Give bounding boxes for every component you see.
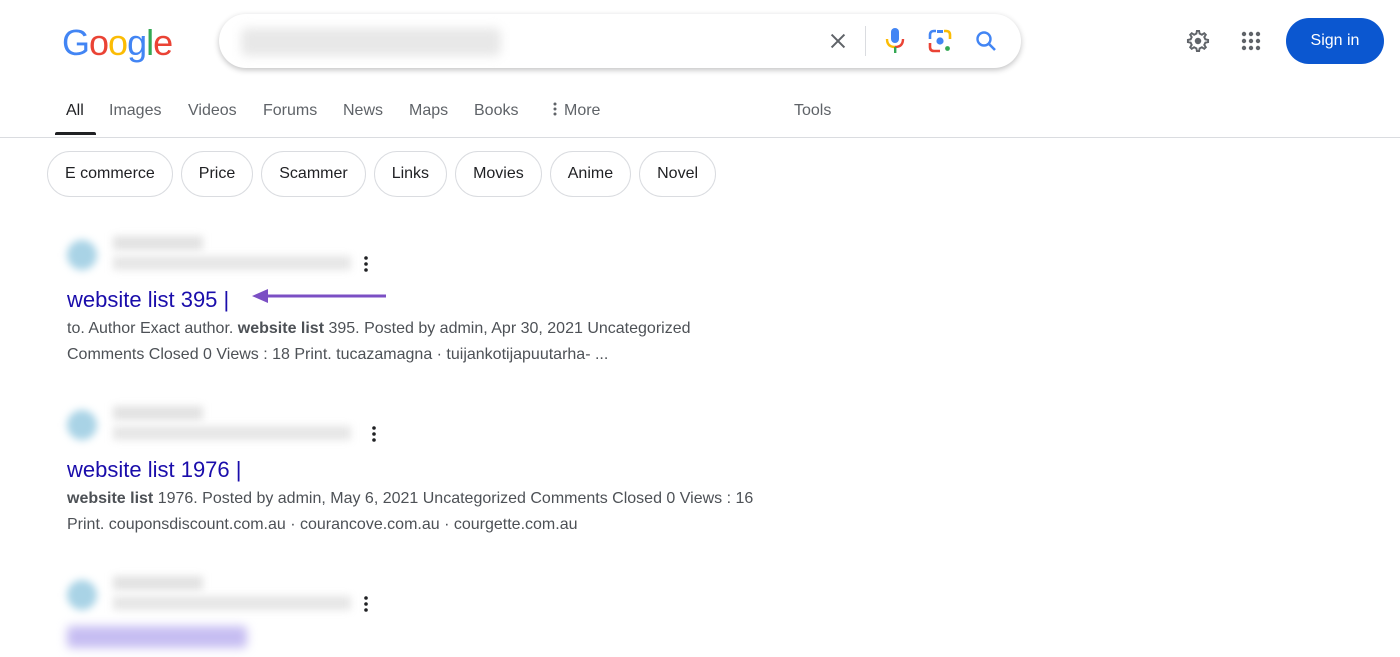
site-favicon (67, 410, 97, 440)
vertical-dots-icon (553, 102, 557, 116)
logo-letter: o (89, 22, 109, 63)
tab-books[interactable]: Books (474, 102, 518, 120)
more-options-icon[interactable] (360, 254, 372, 274)
logo-letter: l (146, 22, 154, 63)
result-title-link-blurred[interactable] (67, 626, 247, 648)
site-url-blurred (113, 256, 351, 270)
tools-button[interactable]: Tools (794, 102, 831, 120)
search-input-blurred-query[interactable] (241, 28, 501, 56)
logo-letter: e (153, 22, 173, 63)
more-options-icon[interactable] (360, 594, 372, 614)
search-box[interactable] (219, 14, 1021, 68)
more-options-icon[interactable] (368, 424, 380, 444)
search-result: website list 1976 | website list 1976. P… (67, 402, 767, 538)
site-url-blurred (113, 596, 351, 610)
apps-grid-icon[interactable] (1229, 19, 1273, 63)
chip-movies[interactable]: Movies (455, 151, 542, 197)
site-url-blurred (113, 426, 351, 440)
site-name-blurred (113, 576, 203, 590)
site-name-blurred (113, 236, 203, 250)
result-title-link[interactable]: website list 395 | (67, 286, 229, 314)
tab-all[interactable]: All (66, 102, 84, 120)
result-title-link[interactable]: website list 1976 | (67, 456, 241, 484)
tab-news[interactable]: News (343, 102, 383, 120)
sign-in-button[interactable]: Sign in (1286, 18, 1384, 64)
logo-letter: o (108, 22, 128, 63)
chip-e-commerce[interactable]: E commerce (47, 151, 173, 197)
search-result (67, 572, 767, 648)
gear-icon[interactable] (1176, 19, 1220, 63)
result-source[interactable] (67, 402, 767, 450)
site-favicon (67, 240, 97, 270)
chip-links[interactable]: Links (373, 151, 448, 197)
microphone-icon[interactable] (881, 27, 909, 55)
active-tab-indicator (55, 132, 96, 135)
search-divider (865, 26, 866, 56)
chip-novel[interactable]: Novel (639, 151, 717, 197)
site-favicon (67, 580, 97, 610)
result-source[interactable] (67, 572, 767, 620)
chip-scammer[interactable]: Scammer (261, 151, 366, 197)
site-name-blurred (113, 406, 203, 420)
search-tabs: All Images Videos Forums News Maps Books… (0, 92, 1400, 138)
refinement-chips: E commerce Price Scammer Links Movies An… (47, 151, 717, 197)
annotation-arrow (252, 289, 386, 303)
close-icon[interactable] (824, 27, 852, 55)
tab-more[interactable]: More (550, 102, 600, 120)
tab-maps[interactable]: Maps (409, 102, 448, 120)
chip-price[interactable]: Price (180, 151, 254, 197)
logo-letter: G (62, 22, 90, 63)
chip-anime[interactable]: Anime (549, 151, 632, 197)
tab-more-label: More (564, 102, 601, 119)
google-logo[interactable]: Google (62, 22, 173, 64)
tab-videos[interactable]: Videos (188, 102, 237, 120)
result-source[interactable] (67, 232, 767, 280)
logo-letter: g (127, 22, 147, 63)
result-snippet: to. Author Exact author. website list 39… (67, 320, 691, 363)
tab-images[interactable]: Images (109, 102, 161, 120)
result-snippet: website list 1976. Posted by admin, May … (67, 490, 754, 533)
tab-forums[interactable]: Forums (263, 102, 317, 120)
search-result: website list 395 | to. Author Exact auth… (67, 232, 767, 368)
google-lens-icon[interactable] (926, 27, 954, 55)
search-icon[interactable] (972, 27, 1000, 55)
header-actions: Sign in (1176, 18, 1384, 64)
